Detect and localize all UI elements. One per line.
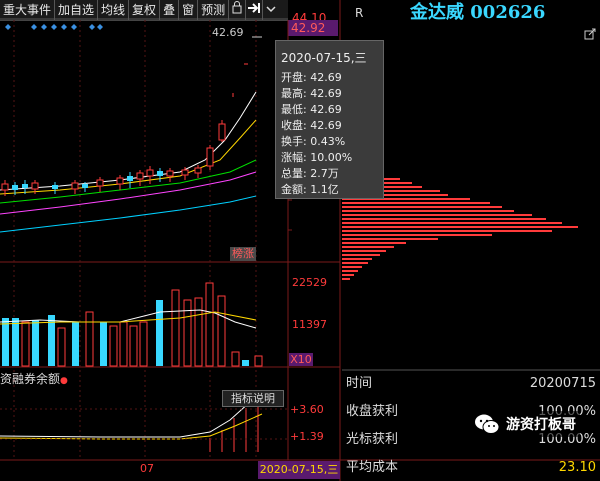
stat-row-avg-cost: 平均成本 23.10 xyxy=(342,455,600,481)
ma20-line xyxy=(0,159,257,204)
tooltip-volume: 总量: 2.7万 xyxy=(281,167,339,180)
candles xyxy=(1,36,262,196)
stat-label: 平均成本 xyxy=(346,460,399,475)
indicator-help-button[interactable]: 指标说明 xyxy=(222,390,284,407)
tooltip-amount: 金额: 1.1亿 xyxy=(281,183,339,196)
tooltip-change: 涨幅: 10.00% xyxy=(281,151,353,164)
ohlc-tooltip: 2020-07-15,三 开盘: 42.69 最高: 42.69 最低: 42.… xyxy=(275,40,384,199)
vol-unit-tag: X10 xyxy=(289,353,313,366)
margin-balance-text: 资融券余额 xyxy=(0,372,61,386)
indicator-line-2 xyxy=(0,413,263,440)
wechat-icon xyxy=(475,414,500,434)
tooltip-low: 最低: 42.69 xyxy=(281,103,342,116)
x-axis-cursor-date: 2020-07-15,三 xyxy=(258,461,340,479)
stat-row-time: 时间 20200715 xyxy=(342,371,600,397)
watermark: 游资打板哥 xyxy=(470,411,580,437)
ma5-line xyxy=(0,91,257,191)
ranking-badge[interactable]: 榜涨 xyxy=(230,247,256,261)
tooltip-close: 收盘: 42.69 xyxy=(281,119,342,132)
watermark-text: 游资打板哥 xyxy=(506,417,576,433)
margin-balance-label[interactable]: 资融券余额● xyxy=(0,370,68,387)
vol-axis-mid: 11397 xyxy=(292,318,327,331)
tooltip-high: 最高: 42.69 xyxy=(281,87,342,100)
stat-label: 收盘获利 xyxy=(346,404,399,419)
margin-dot-icon: ● xyxy=(60,376,68,386)
tooltip-turnover: 换手: 0.43% xyxy=(281,135,346,148)
ma60-line xyxy=(0,195,257,233)
stat-value: 23.10 xyxy=(558,460,596,475)
event-markers xyxy=(5,24,103,30)
vol-axis-top: 22529 xyxy=(292,276,327,289)
stat-label: 光标获利 xyxy=(346,432,399,447)
tooltip-open: 开盘: 42.69 xyxy=(281,71,342,84)
stat-value: 20200715 xyxy=(529,376,596,391)
tooltip-date: 2020-07-15,三 xyxy=(281,51,367,65)
volume-bars xyxy=(2,282,263,367)
stat-label: 时间 xyxy=(346,376,373,391)
ind-axis-top: +3.60 xyxy=(290,403,324,416)
latest-price-marker: 42.69 xyxy=(212,26,244,39)
ind-axis-mid: +1.39 xyxy=(290,430,324,443)
x-axis-month: 07 xyxy=(140,462,154,475)
